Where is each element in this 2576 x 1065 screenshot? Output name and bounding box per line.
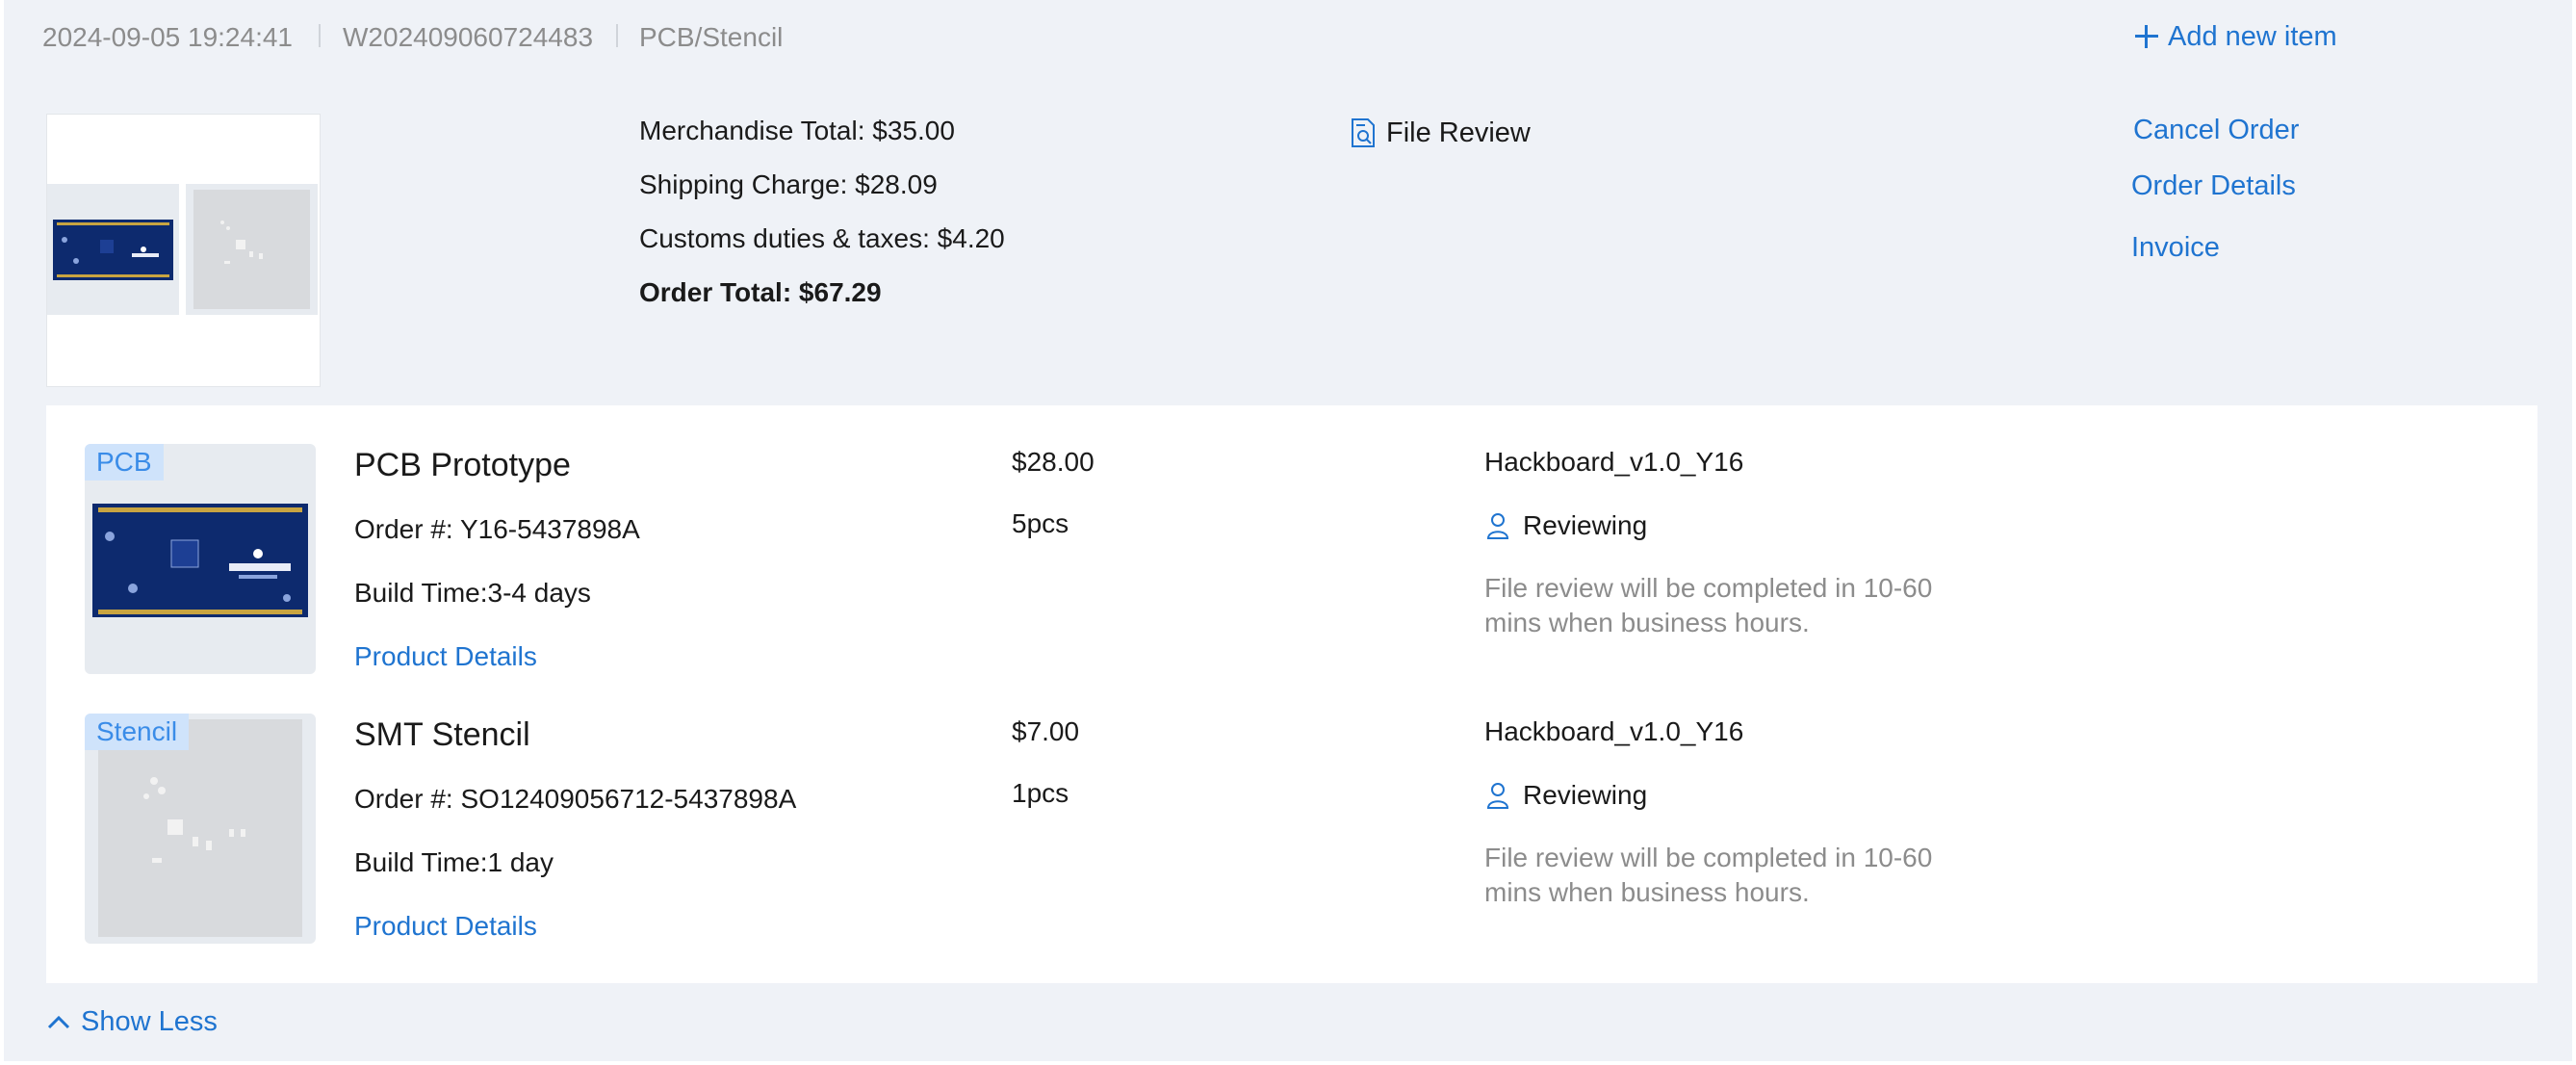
file-review-label: File Review — [1386, 117, 1531, 148]
item-price: $7.00 — [1012, 716, 1080, 746]
item-name: PCB Prototype — [354, 447, 571, 483]
item-build-time: Build Time:1 day — [354, 847, 554, 877]
item-file-name: Hackboard_v1.0_Y16 — [1484, 716, 1744, 746]
item-quantity: 5pcs — [1012, 508, 1069, 538]
order-items-panel: PCB PCB Prototype Order #: Y16-5437898A … — [46, 405, 2537, 983]
product-details-link[interactable]: Product Details — [354, 640, 537, 673]
order-card: 2024-09-05 19:24:41 W202409060724483 PCB… — [4, 0, 2572, 1061]
customs-duties: Customs duties & taxes: $4.20 — [639, 223, 1005, 253]
file-review-button[interactable]: File Review — [1350, 116, 1531, 150]
order-number: W202409060724483 — [343, 22, 594, 52]
item-status: Reviewing — [1484, 509, 1647, 542]
plus-icon — [2133, 23, 2160, 50]
show-less-button[interactable]: Show Less — [46, 1004, 218, 1039]
pcb-board-image — [53, 220, 173, 280]
file-review-icon — [1352, 118, 1375, 147]
stencil-image — [193, 190, 310, 309]
header-divider — [319, 24, 321, 47]
order-details-link[interactable]: Order Details — [2131, 169, 2296, 203]
order-thumbnails — [46, 114, 321, 387]
reviewer-icon — [1486, 513, 1509, 539]
product-details-link[interactable]: Product Details — [354, 910, 537, 943]
item-status-label: Reviewing — [1523, 780, 1648, 810]
item-order-number: Order #: SO12409056712-5437898A — [354, 784, 797, 814]
add-new-item-label: Add new item — [2168, 21, 2337, 52]
chevron-up-icon — [47, 1015, 70, 1029]
item-status: Reviewing — [1484, 779, 1647, 812]
item-order-number: Order #: Y16-5437898A — [354, 514, 640, 544]
add-new-item-button[interactable]: Add new item — [2133, 19, 2337, 54]
header-divider — [616, 24, 618, 47]
cancel-order-link[interactable]: Cancel Order — [2133, 113, 2299, 147]
order-category: PCB/Stencil — [639, 22, 784, 52]
item-name: SMT Stencil — [354, 716, 530, 753]
merchandise-total: Merchandise Total: $35.00 — [639, 116, 955, 145]
item-build-time: Build Time:3-4 days — [354, 578, 591, 608]
shipping-charge: Shipping Charge: $28.09 — [639, 169, 938, 199]
item-quantity: 1pcs — [1012, 778, 1069, 808]
item-type-tag: Stencil — [85, 714, 190, 750]
pcb-product-image[interactable]: PCB — [85, 444, 316, 674]
reviewer-icon — [1486, 783, 1509, 809]
stencil-thumbnail[interactable] — [186, 184, 318, 315]
item-file-name: Hackboard_v1.0_Y16 — [1484, 447, 1744, 477]
item-type-tag: PCB — [85, 444, 164, 481]
item-review-note: File review will be completed in 10-60 m… — [1484, 573, 1933, 637]
item-price: $28.00 — [1012, 447, 1095, 477]
pcb-thumbnail[interactable] — [47, 184, 179, 315]
invoice-link[interactable]: Invoice — [2131, 230, 2220, 265]
order-datetime: 2024-09-05 19:24:41 — [42, 22, 293, 52]
stencil-product-image[interactable]: Stencil — [85, 714, 316, 944]
item-review-note: File review will be completed in 10-60 m… — [1484, 843, 1933, 907]
order-total: Order Total: $67.29 — [639, 277, 882, 307]
item-status-label: Reviewing — [1523, 510, 1648, 540]
show-less-label: Show Less — [81, 1006, 218, 1037]
